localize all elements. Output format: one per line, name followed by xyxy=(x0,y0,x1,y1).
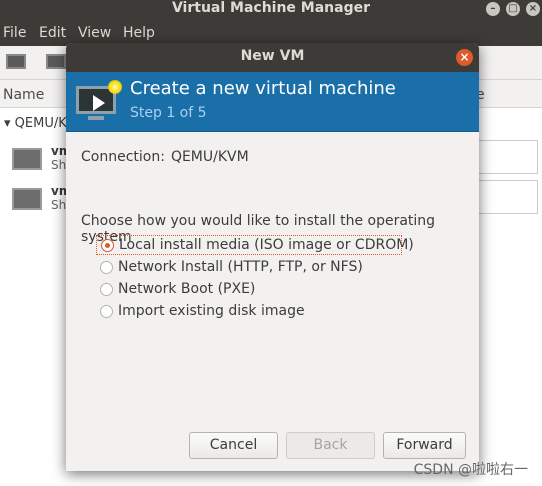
minimize-icon[interactable]: – xyxy=(486,2,500,16)
vm-row[interactable]: vm Sh xyxy=(12,184,72,218)
new-vm-icon[interactable] xyxy=(6,54,26,69)
connection-group[interactable]: ▾ QEMU/KV xyxy=(4,116,76,131)
main-window-title: Virtual Machine Manager xyxy=(171,0,371,16)
radio-unselected-icon[interactable] xyxy=(100,305,113,318)
banner-step: Step 1 of 5 xyxy=(130,105,207,121)
radio-selected-icon[interactable] xyxy=(101,239,114,252)
close-window-icon[interactable]: × xyxy=(526,2,540,16)
option-label: Import existing disk image xyxy=(118,303,305,319)
menu-file[interactable]: File xyxy=(3,25,26,41)
dialog-titlebar: New VM × xyxy=(66,43,479,72)
option-local-install-media[interactable]: Local install media (ISO image or CDROM) xyxy=(96,235,414,255)
connection-value: QEMU/KVM xyxy=(170,149,249,165)
banner-title: Create a new virtual machine xyxy=(130,78,396,99)
new-vm-dialog: New VM × Create a new virtual machine St… xyxy=(66,43,479,471)
vm-monitor-icon xyxy=(12,148,42,170)
close-icon[interactable]: × xyxy=(456,49,473,66)
option-label: Local install media (ISO image or CDROM) xyxy=(119,237,414,253)
cpu-usage-cell xyxy=(478,140,538,174)
watermark: CSDN @啦啦右一 xyxy=(413,462,528,478)
new-vm-banner-icon xyxy=(76,80,122,122)
menu-help[interactable]: Help xyxy=(123,25,155,41)
dialog-title: New VM xyxy=(240,48,305,64)
vm-state: Sh xyxy=(51,198,67,212)
maximize-icon[interactable]: □ xyxy=(506,2,520,16)
radio-unselected-icon[interactable] xyxy=(100,283,113,296)
option-label: Network Install (HTTP, FTP, or NFS) xyxy=(118,259,363,275)
option-network-boot[interactable]: Network Boot (PXE) xyxy=(96,280,402,300)
cancel-button[interactable]: Cancel xyxy=(189,432,278,459)
wizard-banner: Create a new virtual machine Step 1 of 5 xyxy=(66,72,479,132)
open-vm-icon[interactable] xyxy=(46,54,66,69)
radio-unselected-icon[interactable] xyxy=(100,261,113,274)
vm-monitor-icon xyxy=(12,188,42,210)
main-window-titlebar: Virtual Machine Manager – □ × xyxy=(0,0,542,22)
connection-label: Connection: xyxy=(81,149,165,165)
back-button[interactable]: Back xyxy=(286,432,375,459)
menu-view[interactable]: View xyxy=(78,25,111,41)
menu-edit[interactable]: Edit xyxy=(39,25,66,41)
option-network-install[interactable]: Network Install (HTTP, FTP, or NFS) xyxy=(96,258,402,278)
connection-info: Connection: QEMU/KVM xyxy=(81,149,249,165)
column-name-header[interactable]: Name xyxy=(3,87,44,103)
forward-button[interactable]: Forward xyxy=(383,432,466,459)
vm-state: Sh xyxy=(51,158,67,172)
vm-row[interactable]: vm Sh xyxy=(12,144,72,178)
cpu-usage-cell xyxy=(478,180,538,214)
option-import-disk-image[interactable]: Import existing disk image xyxy=(96,302,402,322)
option-label: Network Boot (PXE) xyxy=(118,281,256,297)
